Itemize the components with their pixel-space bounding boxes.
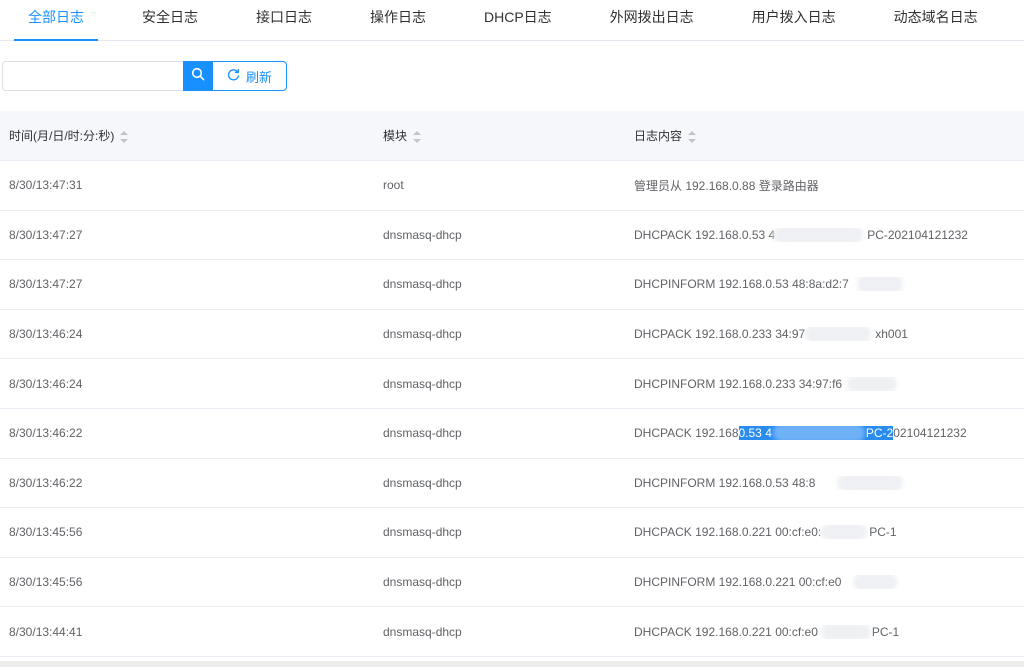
header-content[interactable]: 日志内容 bbox=[625, 127, 1024, 144]
cell-module: dnsmasq-dhcp bbox=[383, 624, 462, 639]
tab-security-logs[interactable]: 安全日志 bbox=[128, 0, 212, 40]
table-row: 8/30/13:47:27 dnsmasq-dhcp DHCPINFORM 19… bbox=[0, 260, 1024, 310]
search-icon bbox=[191, 67, 205, 86]
tab-dhcp-logs[interactable]: DHCP日志 bbox=[470, 0, 566, 40]
table-row: 8/30/13:45:56 dnsmasq-dhcp DHCPACK 192.1… bbox=[0, 508, 1024, 558]
table-row: 8/30/13:47:27 dnsmasq-dhcp DHCPACK 192.1… bbox=[0, 211, 1024, 261]
log-tabs: 全部日志 安全日志 接口日志 操作日志 DHCP日志 外网拨出日志 用户拨入日志… bbox=[0, 0, 1024, 41]
cell-content: 管理员从 192.168.0.88 登录路由器 bbox=[634, 178, 819, 193]
cell-content: DHCPINFORM 192.168.0.233 34:97:f6 bbox=[625, 376, 1024, 391]
table-row: 8/30/13:46:22 dnsmasq-dhcp DHCPINFORM 19… bbox=[0, 459, 1024, 509]
redaction-blur bbox=[853, 575, 897, 590]
cell-content: DHCPINFORM 192.168.0.53 48:8 bbox=[625, 475, 1024, 490]
header-time[interactable]: 时间(月/日/时:分:秒) bbox=[0, 127, 374, 144]
cell-module: dnsmasq-dhcp bbox=[383, 475, 462, 490]
redaction-blur bbox=[773, 426, 865, 441]
cell-content: DHCPACK 192.168.0.233 34:97 xh001 bbox=[634, 327, 908, 342]
cell-time: 8/30/13:46:24 bbox=[9, 376, 83, 391]
redaction-blur bbox=[773, 227, 863, 242]
cell-time: 8/30/13:45:56 bbox=[9, 575, 83, 590]
tab-interface-logs[interactable]: 接口日志 bbox=[242, 0, 326, 40]
redaction-blur bbox=[805, 327, 871, 342]
cell-module: dnsmasq-dhcp bbox=[383, 426, 462, 441]
redaction-blur bbox=[821, 525, 867, 540]
redaction-blur bbox=[821, 624, 871, 639]
cell-time: 8/30/13:46:22 bbox=[9, 426, 83, 441]
sort-caret-icon[interactable] bbox=[413, 130, 422, 143]
tab-user-dialin-logs[interactable]: 用户拨入日志 bbox=[738, 0, 850, 40]
cell-content: DHCPACK 192.168.0.221 00:cf:e0: PC-1 bbox=[634, 525, 897, 540]
table-row: 8/30/13:47:31 root 管理员从 192.168.0.88 登录路… bbox=[0, 161, 1024, 211]
cell-time: 8/30/13:45:56 bbox=[9, 525, 83, 540]
cell-time: 8/30/13:47:31 bbox=[9, 178, 83, 193]
redaction-blur bbox=[857, 277, 903, 292]
cell-module: dnsmasq-dhcp bbox=[383, 327, 462, 342]
table-row: 8/30/13:44:41 dnsmasq-dhcp DHCPACK 192.1… bbox=[0, 607, 1024, 657]
cell-module: dnsmasq-dhcp bbox=[383, 227, 462, 242]
cell-time: 8/30/13:44:41 bbox=[9, 624, 83, 639]
search-button[interactable] bbox=[183, 61, 213, 91]
table-row: 8/30/13:46:24 dnsmasq-dhcp DHCPINFORM 19… bbox=[0, 359, 1024, 409]
sort-caret-icon[interactable] bbox=[120, 130, 129, 143]
sort-caret-icon[interactable] bbox=[688, 130, 697, 143]
tab-ddns-logs[interactable]: 动态域名日志 bbox=[880, 0, 992, 40]
cell-time: 8/30/13:47:27 bbox=[9, 277, 83, 292]
table-row: 8/30/13:46:24 dnsmasq-dhcp DHCPACK 192.1… bbox=[0, 310, 1024, 360]
cell-time: 8/30/13:46:24 bbox=[9, 327, 83, 342]
cell-module: root bbox=[383, 178, 404, 193]
cell-module: dnsmasq-dhcp bbox=[383, 277, 462, 292]
toolbar: 刷新 bbox=[0, 41, 1024, 111]
table-row: 8/30/13:46:22 dnsmasq-dhcp DHCPACK 192.1… bbox=[0, 409, 1024, 459]
search-input[interactable] bbox=[2, 61, 183, 91]
cell-time: 8/30/13:47:27 bbox=[9, 227, 83, 242]
refresh-button[interactable]: 刷新 bbox=[213, 61, 288, 91]
cell-module: dnsmasq-dhcp bbox=[383, 575, 462, 590]
cell-content: DHCPACK 192.168.0.53 4 PC-202104121232 bbox=[634, 227, 968, 242]
cell-content: DHCPINFORM 192.168.0.221 00:cf:e0 bbox=[625, 575, 1024, 590]
cell-content: DHCPINFORM 192.168.0.53 48:8a:d2:7 bbox=[625, 277, 1024, 292]
cell-module: dnsmasq-dhcp bbox=[383, 376, 462, 391]
cell-content: DHCPACK 192.168.0.221 00:cf:e0 PC-1 bbox=[634, 624, 900, 639]
table-header: 时间(月/日/时:分:秒) 模块 日志内容 bbox=[0, 111, 1024, 161]
horizontal-scrollbar[interactable] bbox=[0, 660, 1024, 667]
log-table: 时间(月/日/时:分:秒) 模块 日志内容 8/30/13:47:31 root… bbox=[0, 111, 1024, 657]
cell-module: dnsmasq-dhcp bbox=[383, 525, 462, 540]
tab-operation-logs[interactable]: 操作日志 bbox=[356, 0, 440, 40]
refresh-label: 刷新 bbox=[246, 69, 273, 85]
header-module[interactable]: 模块 bbox=[374, 127, 625, 144]
tab-all-logs[interactable]: 全部日志 bbox=[14, 0, 98, 41]
refresh-icon bbox=[227, 68, 246, 84]
cell-time: 8/30/13:46:22 bbox=[9, 475, 83, 490]
redaction-blur bbox=[837, 475, 903, 490]
cell-content: DHCPACK 192.1680.53 4 PC-202104121232 bbox=[634, 426, 967, 441]
redaction-blur bbox=[847, 376, 897, 391]
tab-wan-dialout-logs[interactable]: 外网拨出日志 bbox=[596, 0, 708, 40]
table-row: 8/30/13:45:56 dnsmasq-dhcp DHCPINFORM 19… bbox=[0, 558, 1024, 608]
